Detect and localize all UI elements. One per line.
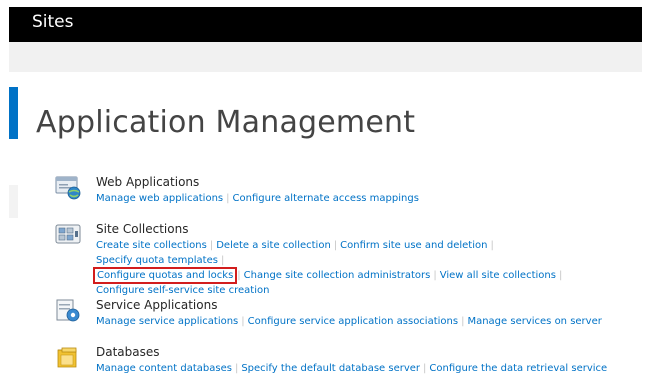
link-manage-services-on-server[interactable]: Manage services on server [467,316,601,327]
link-specify-default-database-server[interactable]: Specify the default database server [241,363,420,374]
link-separator: | [241,316,245,327]
databases-links: Manage content databases | Specify the def… [96,361,616,376]
link-separator: | [234,363,239,374]
link-manage-content-databases[interactable]: Manage content databases [96,363,232,374]
link-separator: | [433,270,437,281]
link-configure-self-service-site-creation[interactable]: Configure self-service site creation [96,285,269,296]
link-change-site-collection-administrators[interactable]: Change site collection administrators [244,270,431,281]
page: Sites Application Management Web Applica… [0,0,650,387]
site-collections-links: Create site collections | Delete a site co… [92,238,616,298]
ribbon-bar [9,42,642,72]
service-applications-links: Manage service applications | Configure se… [96,314,616,329]
site-collections-icon [55,222,83,248]
service-applications-content: Service Applications Manage service appl… [96,298,616,329]
page-title: Application Management [36,105,416,140]
link-specify-quota-templates[interactable]: Specify quota templates [96,255,218,266]
link-separator: | [490,240,494,251]
link-separator: | [237,270,241,281]
section-title-service-applications: Service Applications [96,298,218,312]
link-separator: | [333,240,338,251]
link-create-site-collections[interactable]: Create site collections [96,240,207,251]
databases-content: Databases Manage content databases | Speci… [96,345,616,376]
section-title-web-applications: Web Applications [96,175,200,189]
link-manage-service-applications[interactable]: Manage service applications [96,316,238,327]
link-separator: | [209,240,214,251]
link-separator: | [558,270,563,281]
link-separator: | [226,193,230,204]
databases-icon [55,345,83,371]
link-confirm-site-use-and-deletion[interactable]: Confirm site use and deletion [340,240,487,251]
link-separator: | [423,363,427,374]
link-configure-alternate-access-mappings[interactable]: Configure alternate access mappings [233,193,419,204]
link-view-all-site-collections[interactable]: View all site collections [440,270,556,281]
web-applications-content: Web Applications Manage web applications… [96,175,616,206]
link-configure-data-retrieval-service[interactable]: Configure the data retrieval service [429,363,607,374]
service-applications-icon [55,298,83,324]
top-nav-bar: Sites [9,7,642,42]
section-title-site-collections: Site Collections [96,222,189,236]
link-configure-service-application-associations[interactable]: Configure service application associatio… [248,316,458,327]
link-separator: | [461,316,465,327]
title-accent-bar [9,87,18,139]
web-applications-icon [55,175,83,201]
section-title-databases: Databases [96,345,160,359]
link-delete-a-site-collection[interactable]: Delete a site collection [216,240,331,251]
quick-launch-edge [9,185,18,218]
link-configure-quotas-and-locks[interactable]: Configure quotas and locks [92,267,238,284]
link-separator: | [220,255,225,266]
web-applications-links: Manage web applications | Configure altern… [96,191,616,206]
sites-tab[interactable]: Sites [32,12,74,32]
site-collections-content: Site Collections Create site collections… [92,222,616,298]
link-manage-web-applications[interactable]: Manage web applications [96,193,223,204]
